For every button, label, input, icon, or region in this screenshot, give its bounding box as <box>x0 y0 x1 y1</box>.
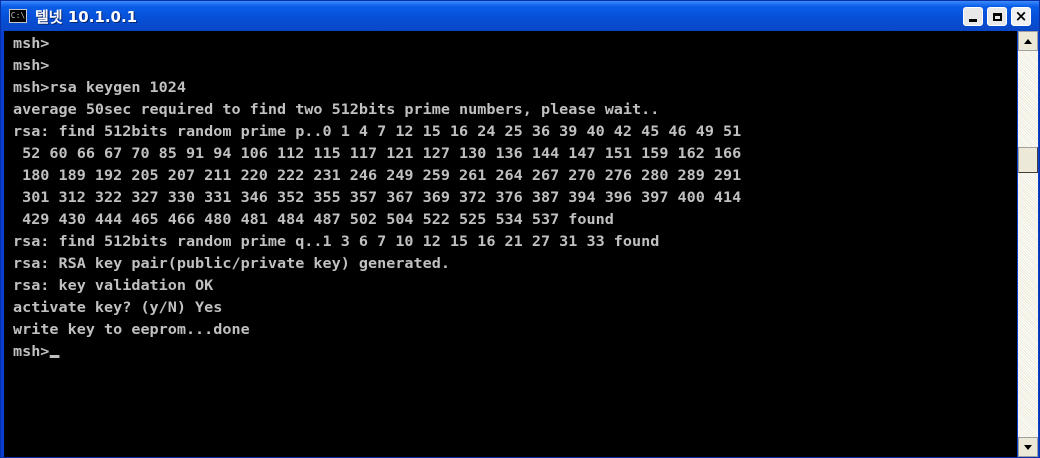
minimize-icon <box>969 19 977 22</box>
telnet-window: C:\ 텔넷 10.1.0.1 × msh> msh> msh>rsa keyg… <box>0 0 1040 458</box>
console-line: write key to eeprom...done <box>13 322 250 338</box>
console-line: 429 430 444 465 466 480 481 484 487 502 … <box>13 212 614 228</box>
console-line: rsa: key validation OK <box>13 278 214 294</box>
close-button[interactable]: × <box>1011 7 1031 26</box>
vertical-scrollbar[interactable] <box>1018 31 1038 457</box>
maximize-icon <box>992 12 1002 21</box>
console-line: rsa: find 512bits random prime p..0 1 4 … <box>13 124 742 140</box>
title-bar[interactable]: C:\ 텔넷 10.1.0.1 × <box>1 1 1039 31</box>
scroll-up-button[interactable] <box>1018 31 1038 51</box>
console-app-icon[interactable]: C:\ <box>9 9 27 23</box>
console-line: activate key? (y/N) Yes <box>13 300 223 316</box>
arrow-up-icon <box>1024 38 1032 44</box>
console-line: rsa: find 512bits random prime q..1 3 6 … <box>13 234 660 250</box>
console-line: 180 189 192 205 207 211 220 222 231 246 … <box>13 168 742 184</box>
console-line: msh> <box>13 58 50 74</box>
console-line: msh> <box>13 36 50 52</box>
console-line: msh>rsa keygen 1024 <box>13 80 186 96</box>
scroll-down-button[interactable] <box>1018 437 1038 457</box>
scrollbar-thumb[interactable] <box>1018 147 1038 173</box>
arrow-down-icon <box>1024 444 1032 450</box>
minimize-button[interactable] <box>963 7 983 26</box>
console-line: 301 312 322 327 330 331 346 352 355 357 … <box>13 190 742 206</box>
console-line: rsa: RSA key pair(public/private key) ge… <box>13 256 450 272</box>
console-prompt: msh> <box>13 344 50 360</box>
console-line: 52 60 66 67 70 85 91 94 106 112 115 117 … <box>13 146 742 162</box>
maximize-button[interactable] <box>987 7 1007 26</box>
text-cursor <box>49 355 60 358</box>
console-output[interactable]: msh> msh> msh>rsa keygen 1024 average 50… <box>4 31 1017 457</box>
close-icon: × <box>1014 7 1028 25</box>
window-title: 텔넷 10.1.0.1 <box>35 8 138 26</box>
console-prompt-line[interactable]: msh> <box>13 341 60 363</box>
console-line: average 50sec required to find two 512bi… <box>13 102 660 118</box>
